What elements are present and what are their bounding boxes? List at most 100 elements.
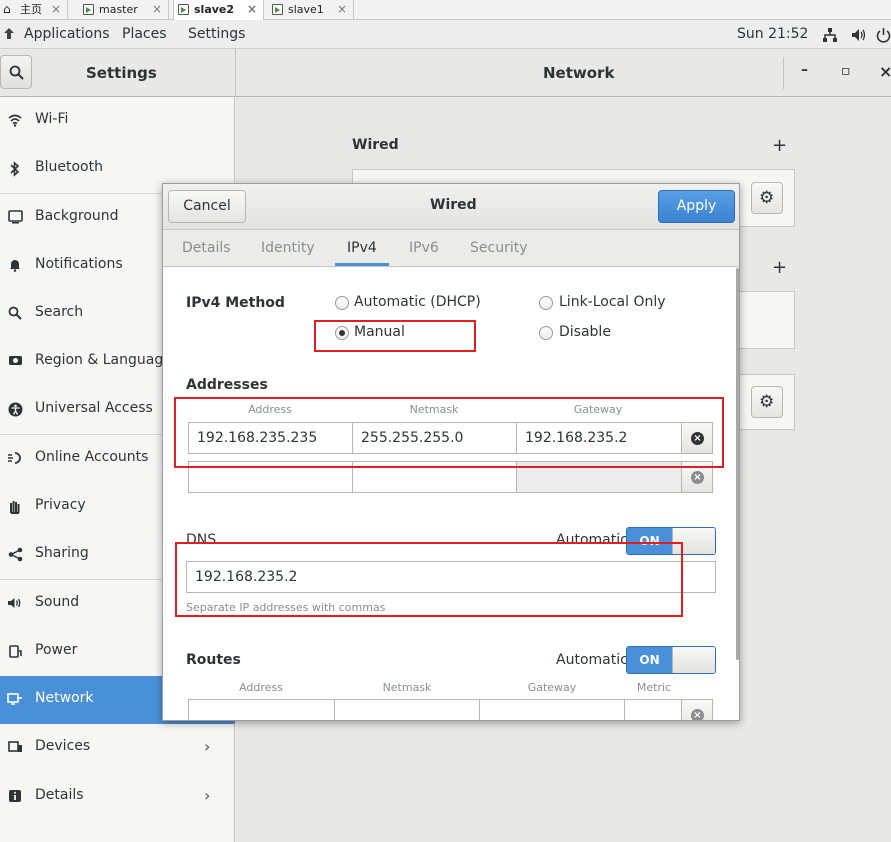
minimize-button[interactable]: –	[801, 62, 808, 78]
disable-label[interactable]: Disable	[559, 324, 611, 340]
sidebar-item-details[interactable]: Details ›	[0, 773, 235, 821]
header-divider	[783, 57, 784, 89]
route-netmask-field[interactable]	[334, 699, 480, 720]
sidebar-item-label: Universal Access	[35, 400, 153, 416]
add-vpn-button[interactable]: +	[772, 257, 787, 278]
cancel-button[interactable]: Cancel	[168, 190, 246, 223]
close-icon[interactable]: ×	[337, 0, 347, 19]
vm-tab-master[interactable]: master ×	[79, 0, 169, 20]
tab-identity[interactable]: Identity	[261, 240, 315, 256]
tab-ipv6[interactable]: IPv6	[409, 240, 439, 256]
dialog-tabs: Details Identity IPv4 IPv6 Security	[163, 230, 739, 267]
routes-label: Routes	[186, 652, 241, 668]
route-metric-field[interactable]	[624, 699, 682, 720]
route-metric-header: Metric	[636, 681, 672, 694]
maximize-button[interactable]: ▫	[841, 63, 851, 79]
info-icon	[7, 789, 23, 805]
applications-menu[interactable]: Applications	[24, 26, 110, 42]
scrollbar[interactable]	[736, 268, 739, 660]
places-menu[interactable]: Places	[122, 26, 167, 42]
page-title: Network	[543, 64, 615, 82]
disable-radio[interactable]	[539, 326, 553, 340]
dialog-title: Wired	[430, 197, 477, 213]
power-icon[interactable]	[876, 27, 891, 47]
gear-icon: ⚙	[759, 392, 775, 412]
routes-automatic-label: Automatic	[556, 652, 628, 668]
header-bar: Settings Network – ▫ ×	[0, 49, 891, 97]
vm-tab-slave2[interactable]: slave2 ×	[173, 0, 264, 20]
search-button[interactable]	[0, 55, 32, 89]
addresses-label: Addresses	[186, 377, 268, 393]
chevron-right-icon: ›	[204, 786, 211, 805]
tab-ipv4[interactable]: IPv4	[347, 240, 377, 256]
search-icon	[7, 306, 23, 322]
switch-on-label: ON	[627, 647, 672, 673]
settings-title: Settings	[86, 64, 157, 82]
switch-knob	[672, 647, 715, 673]
hand-icon	[7, 499, 23, 515]
sidebar-item-wifi[interactable]: Wi-Fi	[0, 97, 235, 145]
settings-menu[interactable]: Settings	[188, 26, 245, 42]
vm-tab-home[interactable]: ⌂ 主页 ×	[0, 0, 68, 20]
route-gateway-header: Gateway	[527, 681, 577, 694]
apply-button[interactable]: Apply	[658, 190, 735, 223]
remove-route-button[interactable]: ×	[681, 699, 713, 720]
gear-icon: ⚙	[759, 188, 775, 208]
vm-tab-slave1[interactable]: slave1 ×	[268, 0, 354, 20]
vm-icon	[178, 4, 189, 15]
home-icon: ⌂	[3, 2, 11, 16]
close-button[interactable]: ×	[879, 62, 891, 81]
tab-security[interactable]: Security	[470, 240, 528, 256]
routes-automatic-switch[interactable]: ON	[626, 646, 716, 674]
vm-icon	[83, 4, 94, 15]
proxy-settings-button[interactable]: ⚙	[751, 386, 783, 418]
vm-tab-bar: ⌂ 主页 × master × slave2 × slave1 ×	[0, 0, 891, 20]
sidebar-item-devices[interactable]: Devices ›	[0, 724, 235, 772]
sidebar-item-label: Privacy	[35, 497, 86, 513]
vm-tab-master-label: master	[99, 3, 138, 16]
close-icon[interactable]: ×	[152, 0, 162, 19]
volume-icon[interactable]	[850, 27, 866, 47]
sidebar-item-label: Sharing	[35, 545, 89, 561]
sidebar-item-label: Devices	[35, 738, 91, 754]
vm-tab-slave2-label: slave2	[194, 3, 235, 16]
tab-details[interactable]: Details	[182, 240, 231, 256]
dhcp-label[interactable]: Automatic (DHCP)	[354, 294, 481, 310]
sidebar-item-label: Notifications	[35, 256, 123, 272]
bluetooth-icon	[7, 161, 23, 177]
chevron-right-icon: ›	[204, 737, 211, 756]
link-local-label[interactable]: Link-Local Only	[559, 294, 666, 310]
sidebar-item-label: Search	[35, 304, 84, 320]
sidebar-item-label: Network	[35, 690, 94, 706]
wired-section-title: Wired	[352, 137, 399, 153]
network-status-icon[interactable]	[822, 27, 838, 47]
close-icon[interactable]: ×	[51, 0, 61, 19]
camera-icon	[7, 354, 23, 370]
ipv4-method-label: IPv4 Method	[186, 295, 285, 311]
add-wired-button[interactable]: +	[772, 135, 787, 156]
link-local-radio[interactable]	[539, 296, 553, 310]
search-icon	[9, 65, 24, 80]
sidebar-item-label: Wi-Fi	[35, 111, 69, 127]
sidebar-item-label: Power	[35, 642, 78, 658]
route-gateway-field[interactable]	[479, 699, 625, 720]
remove-icon: ×	[691, 471, 704, 484]
vm-icon	[272, 4, 283, 15]
vm-tab-home-label: 主页	[20, 3, 42, 16]
accounts-icon	[7, 451, 23, 467]
sidebar-item-label: Background	[35, 208, 119, 224]
sidebar-item-label: Bluetooth	[35, 159, 103, 175]
route-netmask-header: Netmask	[382, 681, 432, 694]
clock[interactable]: Sun 21:52	[737, 26, 808, 42]
sidebar-item-label: Sound	[35, 594, 80, 610]
highlight-box-manual	[314, 320, 476, 352]
network-icon	[7, 692, 23, 708]
dhcp-radio[interactable]	[335, 296, 349, 310]
header-divider	[235, 49, 236, 97]
wired-settings-button[interactable]: ⚙	[751, 182, 783, 214]
route-address-field[interactable]	[188, 699, 335, 720]
devices-icon	[7, 740, 23, 756]
close-icon[interactable]: ×	[247, 0, 257, 19]
remove-icon: ×	[691, 709, 704, 720]
applications-icon	[3, 27, 15, 39]
